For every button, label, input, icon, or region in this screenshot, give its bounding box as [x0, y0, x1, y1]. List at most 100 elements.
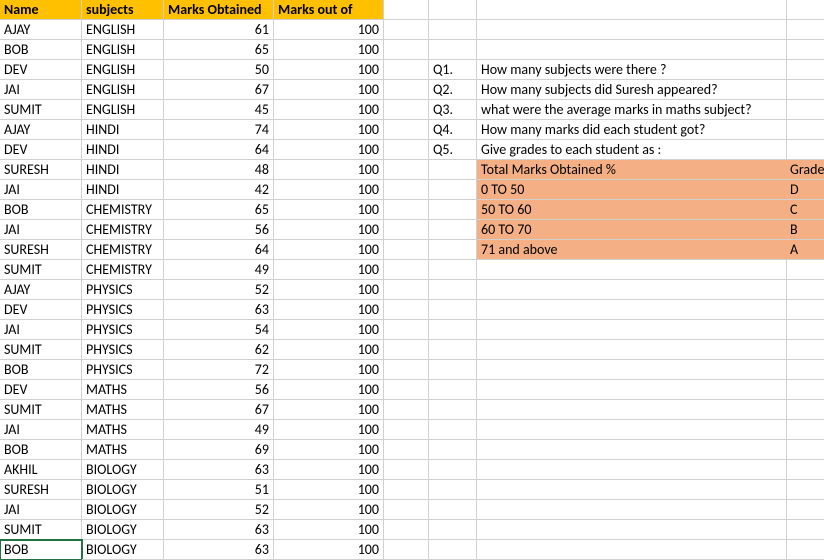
marks-outof-cell[interactable]: 100 [274, 40, 384, 60]
question-label[interactable]: Q2. [429, 80, 477, 100]
cell[interactable] [384, 220, 429, 240]
cell[interactable] [477, 40, 787, 60]
cell[interactable] [787, 280, 824, 300]
subject-cell[interactable]: MATHS [82, 420, 164, 440]
subject-cell[interactable]: PHYSICS [82, 300, 164, 320]
marks-outof-cell[interactable]: 100 [274, 180, 384, 200]
marks-outof-cell[interactable]: 100 [274, 200, 384, 220]
cell[interactable] [477, 280, 787, 300]
cell[interactable] [787, 0, 824, 20]
cell[interactable] [384, 40, 429, 60]
cell[interactable] [429, 380, 477, 400]
cell[interactable] [384, 320, 429, 340]
question-label[interactable]: Q1. [429, 60, 477, 80]
marks-obtained-cell[interactable]: 42 [164, 180, 274, 200]
marks-obtained-cell[interactable]: 52 [164, 500, 274, 520]
cell[interactable] [429, 420, 477, 440]
subject-cell[interactable]: MATHS [82, 400, 164, 420]
name-cell[interactable]: SUMIT [0, 260, 82, 280]
name-cell[interactable]: AKHIL [0, 460, 82, 480]
marks-obtained-cell[interactable]: 74 [164, 120, 274, 140]
name-cell[interactable]: SURESH [0, 480, 82, 500]
subject-cell[interactable]: BIOLOGY [82, 520, 164, 540]
marks-obtained-cell[interactable]: 49 [164, 260, 274, 280]
grade-header-range[interactable]: Total Marks Obtained % [477, 160, 786, 179]
cell[interactable] [787, 340, 824, 360]
cell[interactable] [787, 40, 824, 60]
subject-cell[interactable]: BIOLOGY [82, 480, 164, 500]
grade-range-cell[interactable]: 60 TO 70 [477, 220, 786, 239]
cell[interactable] [384, 200, 429, 220]
subject-cell[interactable]: CHEMISTRY [82, 240, 164, 260]
marks-obtained-cell[interactable]: 63 [164, 540, 274, 560]
cell[interactable] [477, 260, 787, 280]
cell[interactable] [429, 240, 477, 260]
marks-outof-cell[interactable]: 100 [274, 260, 384, 280]
header-marks-obtained[interactable]: Marks Obtained [164, 0, 274, 20]
marks-outof-cell[interactable]: 100 [274, 440, 384, 460]
cell[interactable] [384, 20, 429, 40]
cell[interactable] [384, 180, 429, 200]
subject-cell[interactable]: ENGLISH [82, 20, 164, 40]
subject-cell[interactable]: CHEMISTRY [82, 200, 164, 220]
cell[interactable] [477, 20, 787, 40]
question-label[interactable]: Q4. [429, 120, 477, 140]
cell[interactable] [384, 280, 429, 300]
header-marks-outof[interactable]: Marks out of [274, 0, 384, 20]
cell[interactable] [429, 300, 477, 320]
marks-outof-cell[interactable]: 100 [274, 160, 384, 180]
subject-cell[interactable]: ENGLISH [82, 100, 164, 120]
cell[interactable] [429, 460, 477, 480]
cell[interactable] [429, 480, 477, 500]
name-cell[interactable]: JAI [0, 180, 82, 200]
marks-outof-cell[interactable]: 100 [274, 100, 384, 120]
cell[interactable] [384, 80, 429, 100]
subject-cell[interactable]: CHEMISTRY [82, 220, 164, 240]
cell[interactable] [429, 520, 477, 540]
subject-cell[interactable]: BIOLOGY [82, 500, 164, 520]
cell[interactable] [429, 320, 477, 340]
cell[interactable] [787, 440, 824, 460]
cell[interactable] [787, 20, 824, 40]
marks-obtained-cell[interactable]: 72 [164, 360, 274, 380]
cell[interactable] [384, 540, 429, 560]
name-cell[interactable]: DEV [0, 380, 82, 400]
grade-letter-cell[interactable]: C [786, 200, 824, 219]
marks-outof-cell[interactable]: 100 [274, 220, 384, 240]
cell[interactable] [477, 380, 787, 400]
marks-obtained-cell[interactable]: 51 [164, 480, 274, 500]
grade-range-cell[interactable]: 0 TO 50 [477, 180, 786, 199]
name-cell[interactable]: SURESH [0, 240, 82, 260]
marks-outof-cell[interactable]: 100 [274, 20, 384, 40]
subject-cell[interactable]: BIOLOGY [82, 540, 164, 560]
cell[interactable] [787, 400, 824, 420]
subject-cell[interactable]: PHYSICS [82, 340, 164, 360]
marks-outof-cell[interactable]: 100 [274, 460, 384, 480]
marks-obtained-cell[interactable]: 56 [164, 380, 274, 400]
cell[interactable] [384, 440, 429, 460]
name-cell[interactable]: BOB [0, 440, 82, 460]
marks-obtained-cell[interactable]: 56 [164, 220, 274, 240]
cell[interactable] [429, 180, 477, 200]
cell[interactable] [787, 60, 824, 80]
cell[interactable] [429, 220, 477, 240]
marks-outof-cell[interactable]: 100 [274, 80, 384, 100]
marks-obtained-cell[interactable]: 63 [164, 460, 274, 480]
marks-obtained-cell[interactable]: 63 [164, 520, 274, 540]
cell[interactable] [477, 480, 787, 500]
marks-outof-cell[interactable]: 100 [274, 360, 384, 380]
question-text[interactable]: How many marks did each student got? [477, 120, 787, 140]
name-cell[interactable]: JAI [0, 220, 82, 240]
cell[interactable] [787, 260, 824, 280]
subject-cell[interactable]: HINDI [82, 140, 164, 160]
cell[interactable] [384, 240, 429, 260]
name-cell[interactable]: AJAY [0, 120, 82, 140]
marks-obtained-cell[interactable]: 52 [164, 280, 274, 300]
name-cell[interactable]: BOB [0, 200, 82, 220]
subject-cell[interactable]: ENGLISH [82, 80, 164, 100]
marks-obtained-cell[interactable]: 64 [164, 240, 274, 260]
cell[interactable] [477, 320, 787, 340]
marks-obtained-cell[interactable]: 69 [164, 440, 274, 460]
name-cell[interactable]: JAI [0, 320, 82, 340]
marks-obtained-cell[interactable]: 63 [164, 300, 274, 320]
